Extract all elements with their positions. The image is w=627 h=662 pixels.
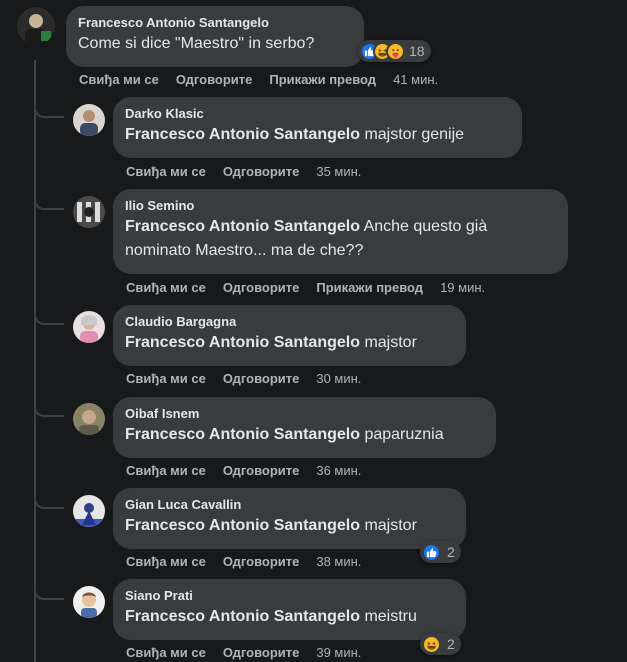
reply-button[interactable]: Одговорите <box>223 280 300 295</box>
comment-text: Francesco Antonio Santangelo majstor gen… <box>125 123 510 147</box>
comment-actions: Свиђа ми се Одговорите 36 мин. <box>126 463 378 479</box>
comment-body: majstor <box>360 334 417 351</box>
reply-connector <box>34 403 64 417</box>
comment-author[interactable]: Ilio Semino <box>125 197 556 215</box>
comment-actions: Свиђа ми се Одговорите 30 мин. <box>126 371 378 387</box>
comment-author[interactable]: Siano Prati <box>125 587 454 605</box>
haha-reaction-icon <box>422 634 441 654</box>
avatar[interactable] <box>73 196 105 228</box>
comment-author[interactable]: Oibaf Isnem <box>125 405 484 423</box>
like-button[interactable]: Свиђа ми се <box>126 554 206 569</box>
reply-button[interactable]: Одговорите <box>223 554 300 569</box>
avatar[interactable] <box>73 104 105 136</box>
timestamp[interactable]: 30 мин. <box>316 371 361 386</box>
comment-text: Francesco Antonio Santangelo majstor <box>125 514 454 538</box>
avatar[interactable] <box>73 311 105 343</box>
like-button[interactable]: Свиђа ми се <box>126 280 206 295</box>
reaction-count: 2 <box>447 636 455 652</box>
comment-bubble: Oibaf Isnem Francesco Antonio Santangelo… <box>113 397 496 458</box>
comment-author[interactable]: Gian Luca Cavallin <box>125 496 454 514</box>
reply-connector <box>34 586 64 600</box>
reply-button[interactable]: Одговорите <box>176 72 253 87</box>
reply-button[interactable]: Одговорите <box>223 164 300 179</box>
reaction-summary[interactable]: 2 <box>420 541 461 563</box>
comment-body: paparuznia <box>360 426 444 443</box>
mention-link[interactable]: Francesco Antonio Santangelo <box>125 218 360 235</box>
see-translation-button[interactable]: Прикажи превод <box>316 280 423 295</box>
comment-actions: Свиђа ми се Одговорите Прикажи превод 41 ми… <box>79 72 455 88</box>
like-button[interactable]: Свиђа ми се <box>126 164 206 179</box>
comment-actions: Свиђа ми се Одговорите Прикажи превод 19 ми… <box>126 280 502 296</box>
avatar[interactable] <box>17 7 55 45</box>
reply-button[interactable]: Одговорите <box>223 371 300 386</box>
reply-connector <box>34 196 64 210</box>
comment-actions: Свиђа ми се Одговорите 39 мин. <box>126 645 378 661</box>
comment-bubble: Claudio Bargagna Francesco Antonio Santa… <box>113 305 466 366</box>
reaction-count: 18 <box>409 43 425 59</box>
reply-button[interactable]: Одговорите <box>223 645 300 660</box>
comment-text: Come si dice "Maestro" in serbo? <box>78 35 315 52</box>
reply-connector <box>34 104 64 118</box>
comment-body: majstor genije <box>360 126 465 143</box>
see-translation-button[interactable]: Прикажи превод <box>269 72 376 87</box>
comment-bubble: Gian Luca Cavallin Francesco Antonio San… <box>113 488 466 549</box>
comment-actions: Свиђа ми се Одговорите 35 мин. <box>126 164 378 180</box>
timestamp[interactable]: 39 мин. <box>316 645 361 660</box>
like-button[interactable]: Свиђа ми се <box>126 645 206 660</box>
reply-connector <box>34 311 64 325</box>
like-button[interactable]: Свиђа ми се <box>79 72 159 87</box>
comment-text: Francesco Antonio Santangelo meistru <box>125 605 454 629</box>
comment-text: Francesco Antonio Santangelo Anche quest… <box>125 215 556 263</box>
avatar[interactable] <box>73 403 105 435</box>
comment-actions: Свиђа ми се Одговорите 38 мин. <box>126 554 378 570</box>
like-reaction-icon <box>422 542 441 562</box>
timestamp[interactable]: 19 мин. <box>440 280 485 295</box>
comment-bubble: Darko Klasic Francesco Antonio Santangel… <box>113 97 522 158</box>
comment-body: majstor <box>360 517 417 534</box>
reaction-summary[interactable]: 2 <box>420 633 461 655</box>
mention-link[interactable]: Francesco Antonio Santangelo <box>125 608 360 625</box>
reply-connector <box>34 495 64 509</box>
comment-bubble: Francesco Antonio Santangelo Come si dic… <box>66 6 364 67</box>
timestamp[interactable]: 41 мин. <box>393 72 438 87</box>
comment-bubble: Siano Prati Francesco Antonio Santangelo… <box>113 579 466 640</box>
comment-author[interactable]: Claudio Bargagna <box>125 313 454 331</box>
mention-link[interactable]: Francesco Antonio Santangelo <box>125 426 360 443</box>
timestamp[interactable]: 38 мин. <box>316 554 361 569</box>
like-button[interactable]: Свиђа ми се <box>126 463 206 478</box>
timestamp[interactable]: 35 мин. <box>316 164 361 179</box>
reply-button[interactable]: Одговорите <box>223 463 300 478</box>
comment-author[interactable]: Francesco Antonio Santangelo <box>78 14 352 32</box>
like-button[interactable]: Свиђа ми се <box>126 371 206 386</box>
timestamp[interactable]: 36 мин. <box>316 463 361 478</box>
comment-bubble: Ilio Semino Francesco Antonio Santangelo… <box>113 189 568 274</box>
comment-body: meistru <box>360 608 417 625</box>
comment-text: Francesco Antonio Santangelo majstor <box>125 331 454 355</box>
thread-line <box>34 60 36 662</box>
avatar[interactable] <box>73 586 105 618</box>
reaction-summary[interactable]: 18 <box>358 40 431 62</box>
care-reaction-icon <box>386 41 405 61</box>
mention-link[interactable]: Francesco Antonio Santangelo <box>125 334 360 351</box>
mention-link[interactable]: Francesco Antonio Santangelo <box>125 517 360 534</box>
comment-author[interactable]: Darko Klasic <box>125 105 510 123</box>
reaction-count: 2 <box>447 544 455 560</box>
comment-text: Francesco Antonio Santangelo paparuznia <box>125 423 484 447</box>
avatar[interactable] <box>73 495 105 527</box>
mention-link[interactable]: Francesco Antonio Santangelo <box>125 126 360 143</box>
